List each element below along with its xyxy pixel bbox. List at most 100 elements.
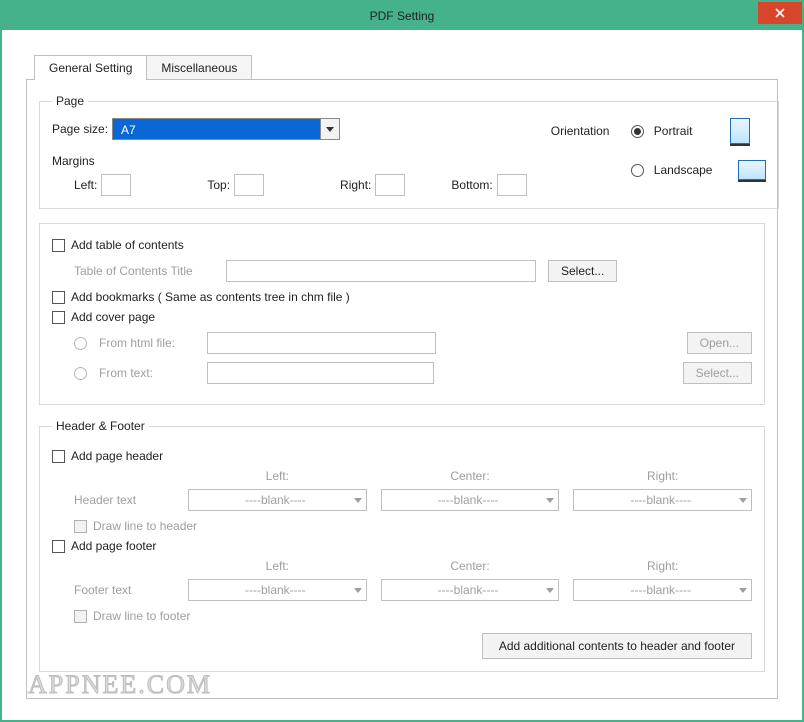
add-toc-label: Add table of contents xyxy=(71,238,184,252)
cover-select-button[interactable]: Select... xyxy=(683,362,752,384)
toc-select-button[interactable]: Select... xyxy=(548,260,617,282)
header-text-label: Header text xyxy=(74,493,174,507)
client-area: General Setting Miscellaneous Page Page … xyxy=(8,32,796,714)
tabstrip: General Setting Miscellaneous xyxy=(34,54,778,79)
from-html-input[interactable] xyxy=(207,332,436,354)
add-footer-row: Add page footer xyxy=(52,539,752,553)
header-center-value: ----blank---- xyxy=(390,493,547,507)
footer-right-combo[interactable]: ----blank---- xyxy=(573,579,752,601)
footer-center-value: ----blank---- xyxy=(390,583,547,597)
add-toc-row: Add table of contents xyxy=(52,238,752,252)
margins-label: Margins xyxy=(52,154,527,168)
checkbox-draw-line-footer[interactable] xyxy=(74,610,87,623)
page-size-dropdown-button[interactable] xyxy=(320,118,340,140)
toc-title-label: Table of Contents Title xyxy=(74,264,214,278)
radio-from-text[interactable] xyxy=(74,367,87,380)
margin-left-item: Left: xyxy=(74,174,131,196)
tab-miscellaneous[interactable]: Miscellaneous xyxy=(146,55,252,80)
add-bookmarks-row: Add bookmarks ( Same as contents tree in… xyxy=(52,290,752,304)
checkbox-add-toc[interactable] xyxy=(52,239,65,252)
checkbox-add-header[interactable] xyxy=(52,450,65,463)
margins-block: Margins Left: Top: xyxy=(52,154,527,196)
margin-left-label: Left: xyxy=(74,178,97,192)
checkbox-add-bookmarks[interactable] xyxy=(52,291,65,304)
draw-line-header-label: Draw line to header xyxy=(93,519,197,533)
add-footer-label: Add page footer xyxy=(71,539,156,553)
page-group: Page Page size: A7 Margins xyxy=(39,94,779,209)
page-left: Page size: A7 Margins xyxy=(52,118,527,196)
col-center-f: Center: xyxy=(381,559,560,573)
cover-from-html-row: From html file: Open... xyxy=(74,332,752,354)
col-left-f: Left: xyxy=(188,559,367,573)
chevron-down-icon xyxy=(739,498,747,503)
chevron-down-icon xyxy=(739,588,747,593)
from-text-input[interactable] xyxy=(207,362,434,384)
add-cover-row: Add cover page xyxy=(52,310,752,324)
header-footer-group: Header & Footer Add page header Left: Ce… xyxy=(39,419,765,672)
toc-title-row: Table of Contents Title Select... xyxy=(74,260,752,282)
hf-header-grid: Header text ----blank---- ----blank---- … xyxy=(74,489,752,511)
header-right-combo[interactable]: ----blank---- xyxy=(573,489,752,511)
margin-top-item: Top: xyxy=(207,174,264,196)
margin-bottom-item: Bottom: xyxy=(451,174,526,196)
margin-left-input[interactable] xyxy=(101,174,131,196)
footer-text-label: Footer text xyxy=(74,583,174,597)
col-left-h: Left: xyxy=(188,469,367,483)
margin-bottom-label: Bottom: xyxy=(451,178,492,192)
add-additional-contents-button[interactable]: Add additional contents to header and fo… xyxy=(482,633,752,659)
page-size-value: A7 xyxy=(112,118,320,140)
hf-footer-cols: Left: Center: Right: xyxy=(74,559,752,573)
toc-title-input[interactable] xyxy=(226,260,536,282)
chevron-down-icon xyxy=(354,588,362,593)
footer-right-value: ----blank---- xyxy=(582,583,739,597)
add-header-label: Add page header xyxy=(71,449,163,463)
margin-right-item: Right: xyxy=(340,174,405,196)
radio-from-html[interactable] xyxy=(74,337,87,350)
checkbox-add-cover[interactable] xyxy=(52,311,65,324)
orientation-block: Orientation Portrait Landscape xyxy=(551,118,767,180)
col-right-f: Right: xyxy=(573,559,752,573)
margin-right-input[interactable] xyxy=(375,174,405,196)
hf-header-cols: Left: Center: Right: xyxy=(74,469,752,483)
open-button[interactable]: Open... xyxy=(687,332,752,354)
radio-portrait[interactable] xyxy=(631,125,644,138)
checkbox-add-footer[interactable] xyxy=(52,540,65,553)
margin-top-input[interactable] xyxy=(234,174,264,196)
margins-row: Left: Top: xyxy=(52,174,527,196)
orientation-portrait-row: Orientation Portrait xyxy=(551,118,767,144)
chevron-down-icon xyxy=(546,588,554,593)
pdf-setting-window: PDF Setting General Setting Miscellaneou… xyxy=(0,0,804,722)
header-left-combo[interactable]: ----blank---- xyxy=(188,489,367,511)
footer-center-combo[interactable]: ----blank---- xyxy=(381,579,560,601)
page-size-row: Page size: A7 xyxy=(52,118,527,140)
footer-left-value: ----blank---- xyxy=(197,583,354,597)
add-cover-label: Add cover page xyxy=(71,310,155,324)
margin-top-label: Top: xyxy=(207,178,230,192)
content: General Setting Miscellaneous Page Page … xyxy=(8,32,796,717)
from-html-label: From html file: xyxy=(99,336,195,350)
close-icon xyxy=(775,8,785,18)
page-legend: Page xyxy=(52,94,88,108)
tab-general-setting[interactable]: General Setting xyxy=(34,55,147,80)
hf-bottom-row: Add additional contents to header and fo… xyxy=(52,633,752,659)
page-size-select[interactable]: A7 xyxy=(112,118,340,140)
checkbox-draw-line-header[interactable] xyxy=(74,520,87,533)
header-left-value: ----blank---- xyxy=(197,493,354,507)
toc-group: Add table of contents Table of Contents … xyxy=(39,223,765,405)
close-button[interactable] xyxy=(758,2,802,24)
orientation-label: Orientation xyxy=(551,124,621,138)
radio-landscape[interactable] xyxy=(631,164,644,177)
chevron-down-icon xyxy=(354,498,362,503)
chevron-down-icon xyxy=(326,127,334,132)
landscape-label: Landscape xyxy=(654,163,713,177)
header-center-combo[interactable]: ----blank---- xyxy=(381,489,560,511)
margin-bottom-input[interactable] xyxy=(497,174,527,196)
orientation-landscape-row: Landscape xyxy=(551,160,767,180)
footer-left-combo[interactable]: ----blank---- xyxy=(188,579,367,601)
window-title: PDF Setting xyxy=(370,9,435,23)
draw-line-footer-row: Draw line to footer xyxy=(74,609,752,623)
add-header-row: Add page header xyxy=(52,449,752,463)
hf-footer-grid: Footer text ----blank---- ----blank---- … xyxy=(74,579,752,601)
titlebar: PDF Setting xyxy=(2,2,802,30)
from-text-label: From text: xyxy=(99,366,195,380)
